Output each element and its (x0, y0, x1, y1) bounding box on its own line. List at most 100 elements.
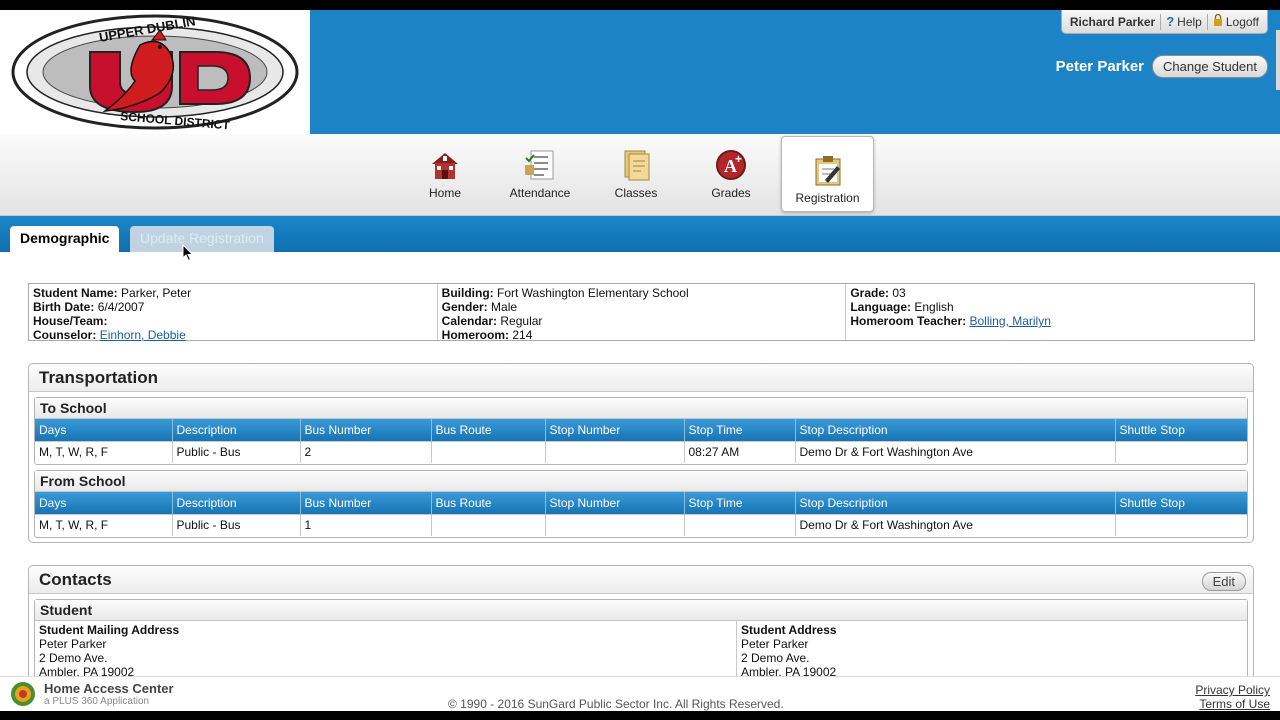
column-header: Shuttle Stop (1115, 419, 1247, 441)
table-row: M, T, W, R, F Public - Bus 1 Demo Dr & Fort… (35, 513, 1247, 536)
table-cell: Demo Dr & Fort Washington Ave (795, 513, 1116, 536)
table-cell (1115, 513, 1247, 536)
contacts-title: Contacts (29, 566, 1253, 594)
nav-registration-label: Registration (795, 191, 860, 205)
table-cell (1115, 440, 1247, 463)
current-student-name: Peter Parker (1055, 58, 1145, 75)
column-header: Stop Number (545, 419, 685, 441)
nav-classes-label: Classes (614, 186, 658, 200)
building-value: Fort Washington Elementary School (497, 286, 689, 300)
column-header: Stop Time (684, 492, 796, 514)
transportation-panel: Transportation To School Days Description… (28, 363, 1254, 543)
table-row: M, T, W, R, F Public - Bus 2 08:27 AM Demo D… (35, 440, 1247, 463)
homeroom-label: Homeroom: (441, 328, 510, 342)
from-school-table: Days Description Bus Number Bus Route Stop N… (35, 492, 1247, 536)
svg-text:+: + (735, 152, 742, 166)
table-cell: 2 (300, 440, 432, 463)
table-cell (431, 513, 546, 536)
demographics-col-1: Student Name: Parker, Peter Birth Date: … (29, 284, 438, 342)
homeroom-teacher-link[interactable]: Bolling, Marilyn (970, 314, 1051, 328)
edit-contacts-button[interactable]: Edit (1201, 572, 1246, 591)
column-header: Bus Route (431, 419, 546, 441)
nav-attendance[interactable]: Attendance (495, 144, 585, 212)
mouse-cursor-icon (182, 243, 194, 262)
logoff-link[interactable]: Logoff (1213, 13, 1259, 29)
homeroom-teacher-label: Homeroom Teacher: (850, 314, 967, 328)
table-cell: M, T, W, R, F (35, 513, 173, 536)
registration-clipboard-icon (811, 153, 845, 187)
terms-of-use-link[interactable]: Terms of Use (1199, 697, 1270, 711)
nav-attendance-label: Attendance (509, 186, 571, 200)
nav-registration[interactable]: Registration (781, 136, 874, 212)
help-icon: ? (1166, 14, 1175, 29)
student-address-line: 2 Demo Ave. (741, 651, 810, 665)
student-contact-title: Student (35, 600, 1247, 621)
student-address-line: Peter Parker (741, 637, 809, 651)
grade-a-plus-icon: A + (714, 148, 748, 182)
table-cell: 08:27 AM (684, 440, 796, 463)
table-cell: Demo Dr & Fort Washington Ave (795, 440, 1116, 463)
scrollbar[interactable] (1276, 30, 1280, 90)
gender-label: Gender: (441, 300, 488, 314)
grade-value: 03 (892, 286, 906, 300)
homeroom-value: 214 (512, 328, 533, 342)
demographics-col-2: Building: Fort Washington Elementary Sch… (438, 284, 847, 342)
house-team-label: House/Team: (33, 314, 108, 328)
mailing-address-block: Student Mailing Address Peter Parker 2 D… (35, 621, 737, 681)
student-name-value: Parker, Peter (121, 286, 192, 300)
privacy-policy-link[interactable]: Privacy Policy (1195, 683, 1270, 697)
divider (1206, 13, 1208, 30)
table-cell (431, 440, 546, 463)
birth-date-label: Birth Date: (33, 300, 95, 314)
divider (1160, 13, 1162, 30)
table-cell (684, 513, 796, 536)
demographics-col-3: Grade: 03 Language: English Homeroom Tea… (846, 284, 1254, 340)
student-selector: Peter Parker Change Student (1056, 55, 1268, 78)
footer-title: Home Access Center (44, 681, 174, 696)
plus360-logo (10, 681, 36, 707)
building-label: Building: (441, 286, 494, 300)
help-link[interactable]: ? Help (1166, 14, 1202, 29)
nav-classes[interactable]: Classes (591, 144, 681, 212)
transportation-title: Transportation (29, 364, 1253, 392)
mailing-address-line: 2 Demo Ave. (39, 651, 108, 665)
user-name[interactable]: Richard Parker (1070, 15, 1155, 29)
counselor-link[interactable]: Einhorn, Debbie (100, 328, 186, 342)
language-value: English (914, 300, 954, 314)
nav-home-label: Home (428, 186, 461, 200)
header: UPPER DUBLIN SCHOOL DISTRICT Richard Par… (0, 10, 1280, 134)
student-address-block: Student Address Peter Parker 2 Demo Ave.… (737, 621, 841, 681)
column-header: Stop Time (684, 419, 796, 441)
footer-subtitle: a PLUS 360 Application (44, 696, 150, 707)
nav-grades-label: Grades (711, 186, 751, 200)
column-header: Shuttle Stop (1115, 492, 1247, 514)
tab-update-registration[interactable]: Update Registration (130, 226, 274, 252)
nav-grades[interactable]: A + Grades (686, 144, 776, 212)
student-address-label: Student Address (741, 623, 837, 637)
copyright: © 1990 - 2016 SunGard Public Sector Inc.… (448, 697, 784, 711)
birth-date-value: 6/4/2007 (97, 300, 145, 314)
column-header: Bus Route (431, 492, 546, 514)
column-header: Days (35, 419, 173, 441)
student-addresses: Student Mailing Address Peter Parker 2 D… (35, 621, 1247, 681)
counselor-label: Counselor: (33, 328, 97, 342)
mailing-address-line: Peter Parker (39, 637, 107, 651)
school-house-icon (428, 148, 462, 182)
column-header: Stop Description (795, 419, 1116, 441)
column-header: Days (35, 492, 173, 514)
table-cell: M, T, W, R, F (35, 440, 173, 463)
column-header: Stop Description (795, 492, 1116, 514)
from-school-section: From School Days Description Bus Number Bus… (34, 470, 1248, 538)
change-student-button[interactable]: Change Student (1152, 55, 1268, 78)
page: UPPER DUBLIN SCHOOL DISTRICT Richard Par… (0, 10, 1280, 711)
column-header: Description (172, 492, 301, 514)
tab-demographic[interactable]: Demographic (10, 226, 120, 252)
calendar-value: Regular (500, 314, 543, 328)
mailing-address-label: Student Mailing Address (39, 623, 180, 637)
to-school-title: To School (35, 398, 1247, 419)
nav-home[interactable]: Home (400, 144, 490, 212)
grade-label: Grade: (850, 286, 890, 300)
footer: Home Access Center a PLUS 360 Applicatio… (0, 676, 1280, 711)
help-label: Help (1177, 14, 1202, 29)
table-cell: Public - Bus (172, 513, 301, 536)
